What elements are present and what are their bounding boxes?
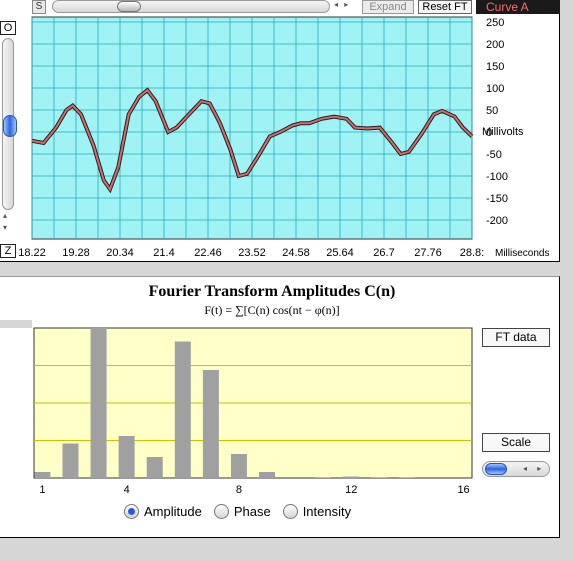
ft-bar xyxy=(146,457,163,478)
scale-button[interactable]: Scale xyxy=(482,433,550,452)
ft-bar xyxy=(399,477,416,478)
x-tick-label: 27.76 xyxy=(414,247,442,259)
ft-data-button[interactable]: FT data xyxy=(482,328,550,347)
waveform-grid xyxy=(31,17,473,239)
display-mode-group: Amplitude Phase Intensity xyxy=(124,504,351,519)
y-tick-label: 150 xyxy=(486,61,504,73)
y-tick-label: -50 xyxy=(486,149,502,161)
radio-amplitude-dot[interactable] xyxy=(124,504,139,519)
bar-x-tick-label: 8 xyxy=(236,484,242,496)
ft-bar xyxy=(230,454,247,478)
y-tick-label: -100 xyxy=(486,171,508,183)
radio-phase-label: Phase xyxy=(233,504,271,519)
radio-intensity-dot[interactable] xyxy=(282,504,298,519)
radio-intensity[interactable]: Intensity xyxy=(282,504,352,519)
x-tick-label: 23.52 xyxy=(238,247,266,259)
bar-x-tick-label: 16 xyxy=(457,484,469,496)
x-tick-label: 24.58 xyxy=(282,247,310,259)
ft-bar-chart: 1 4 8 12 16 xyxy=(33,327,473,496)
bar-x-tick-label: 4 xyxy=(124,484,130,496)
ft-bar xyxy=(371,477,388,478)
radio-phase[interactable]: Phase xyxy=(213,504,271,519)
y-axis-ticks: 250200150100500-50-100-150-200 xyxy=(486,17,508,227)
x-tick-label: 18.22 xyxy=(18,247,46,259)
bar-x-tick-label: 12 xyxy=(345,484,357,496)
radio-amplitude[interactable]: Amplitude xyxy=(124,504,202,519)
x-unit-label: Milliseconds xyxy=(495,248,549,259)
x-tick-label: 25.64 xyxy=(326,247,354,259)
ft-bar xyxy=(174,341,191,478)
radio-phase-dot[interactable] xyxy=(213,504,229,519)
bar-x-tick-label: 1 xyxy=(39,484,45,496)
y-tick-label: 50 xyxy=(486,105,498,117)
x-tick-label: 19.28 xyxy=(62,247,90,259)
y-tick-label: 100 xyxy=(486,83,504,95)
x-tick-label: 20.34 xyxy=(106,247,134,259)
waveform-panel: S ◂ ▸ Expand Reset FT Curve A O ▴ ▾ Z 25… xyxy=(0,0,560,262)
x-tick-label: 26.7 xyxy=(373,247,394,259)
ft-bar xyxy=(343,476,360,478)
y-tick-label: -200 xyxy=(486,215,508,227)
y-tick-label: 200 xyxy=(486,39,504,51)
ft-bar xyxy=(315,477,332,478)
scale-arrows[interactable]: ◂ ▸ xyxy=(523,464,545,473)
radio-intensity-label: Intensity xyxy=(302,504,352,519)
y-tick-label: -150 xyxy=(486,193,508,205)
scale-slider[interactable]: ◂ ▸ xyxy=(482,461,550,477)
radio-amplitude-label: Amplitude xyxy=(144,504,202,519)
x-tick-label: 21.4 xyxy=(153,247,174,259)
y-tick-label: 250 xyxy=(486,17,504,29)
waveform-plot[interactable]: 250200150100500-50-100-150-200 18.22 19.2… xyxy=(0,0,560,262)
ft-bar xyxy=(62,443,79,478)
ft-bar xyxy=(34,472,51,478)
bar-x-axis-ticks: 1 4 8 12 16 xyxy=(39,484,469,496)
x-tick-label: 22.46 xyxy=(194,247,222,259)
y-unit-label: Millivolts xyxy=(482,126,524,138)
scale-slider-thumb[interactable] xyxy=(485,463,507,475)
ft-bar xyxy=(259,472,276,478)
x-tick-label: 28.8: xyxy=(460,247,484,259)
fourier-panel: Fourier Transform Amplitudes C(n) F(t) =… xyxy=(0,276,560,538)
ft-bar xyxy=(90,328,107,478)
ft-bar xyxy=(202,370,219,478)
ft-bar xyxy=(118,436,135,478)
x-axis-ticks: 18.22 19.28 20.34 21.4 22.46 23.52 24.58 25.64 2… xyxy=(18,247,484,259)
